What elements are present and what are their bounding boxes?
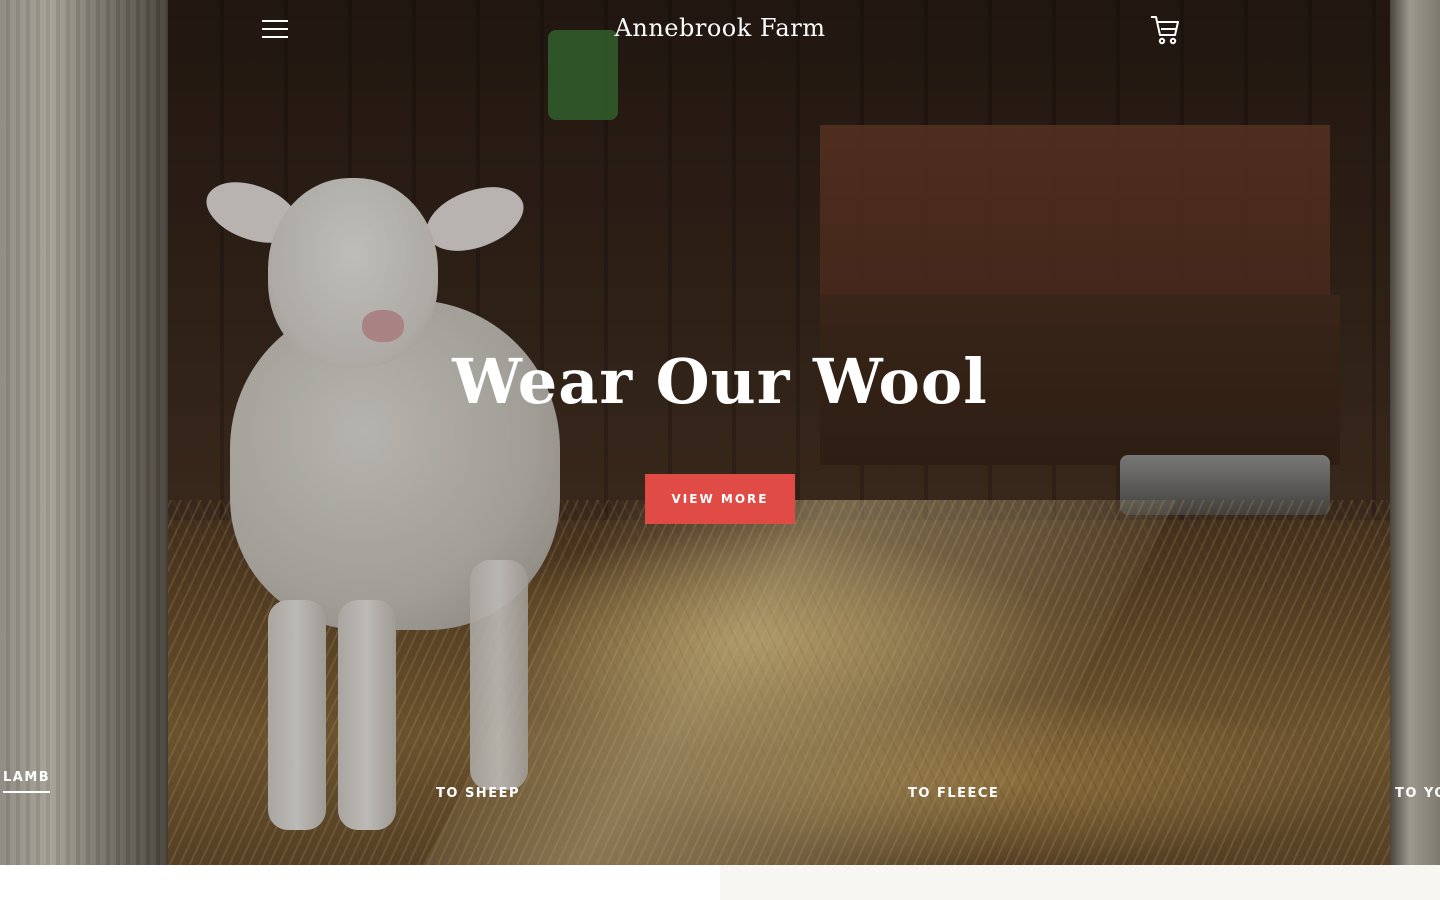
hero-overlay [0, 0, 1440, 865]
shopping-cart-icon[interactable] [1150, 14, 1180, 46]
shopping-cart-icon-svg [1151, 16, 1179, 45]
hamburger-menu-icon[interactable] [262, 20, 288, 40]
view-more-button[interactable]: VIEW MORE [645, 474, 795, 524]
hero-heading: Wear Our Wool [452, 345, 988, 418]
menu-line [262, 36, 288, 38]
menu-line [262, 28, 288, 30]
menu-line [262, 20, 288, 22]
slide-nav-item-fleece[interactable]: TO FLEECE [908, 786, 999, 801]
content-section-right [720, 865, 1440, 900]
content-section-left [0, 865, 720, 900]
slide-nav-item-lamb[interactable]: LAMB [3, 770, 51, 793]
hero-slideshow [0, 0, 1440, 865]
slide-nav-item-yo[interactable]: TO YO [1395, 786, 1440, 801]
slide-nav-item-sheep[interactable]: TO SHEEP [436, 786, 520, 801]
site-title[interactable]: Annebrook Farm [520, 14, 920, 42]
